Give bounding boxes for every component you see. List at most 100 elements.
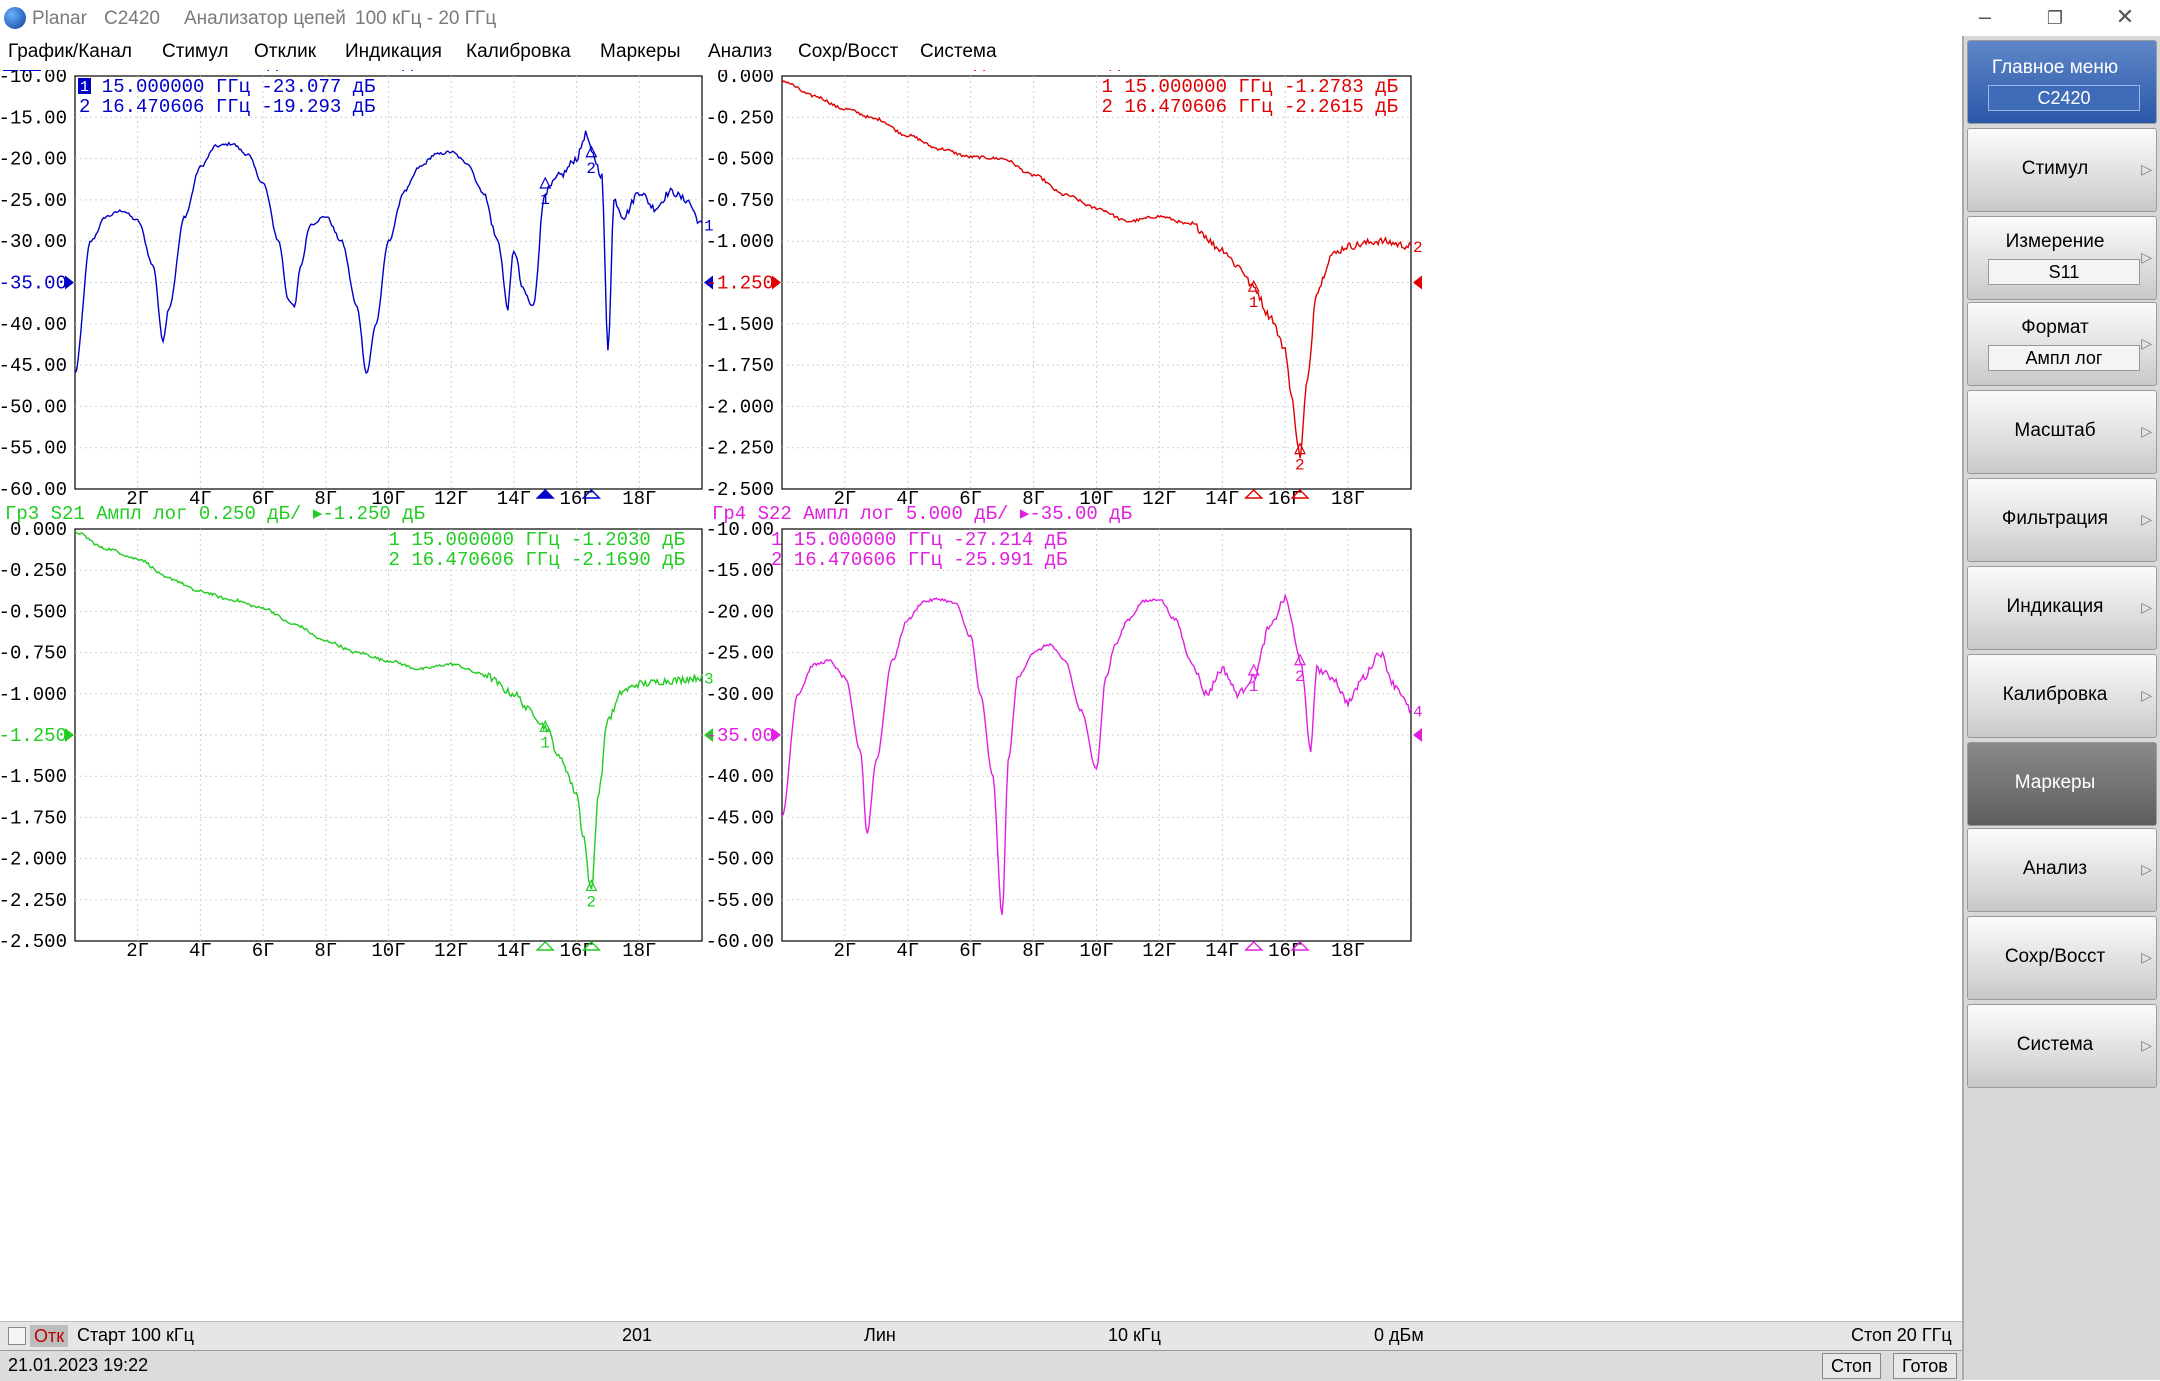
y-tick-label: -2.500 xyxy=(706,479,774,501)
output-off-indicator[interactable]: Отк xyxy=(30,1325,69,1347)
chevron-right-icon: ▷ xyxy=(2141,949,2152,965)
y-tick-label: -0.500 xyxy=(706,149,774,171)
y-tick-label: -2.250 xyxy=(0,890,67,912)
restore-button[interactable]: ❐ xyxy=(2020,0,2090,36)
start-frequency[interactable]: Старт 100 кГц xyxy=(77,1325,194,1346)
y-tick-label: -50.00 xyxy=(0,396,67,418)
x-tick-label: 14Г xyxy=(497,940,531,962)
status-bar: Отк Старт 100 кГц 201 Лин 10 кГц 0 дБм С… xyxy=(0,1321,1962,1350)
menu-stimulus[interactable]: Стимул xyxy=(162,41,228,63)
y-tick-label: -20.00 xyxy=(706,601,774,623)
softkey-scale[interactable]: Масштаб ▷ xyxy=(1967,390,2157,474)
if-bandwidth[interactable]: 10 кГц xyxy=(1108,1325,1161,1346)
y-tick-label: -1.000 xyxy=(0,684,67,706)
x-tick-label: 4Г xyxy=(189,940,212,962)
menu-graph-channel[interactable]: График/Канал xyxy=(8,41,132,63)
graph-header-2: Гр2 S12 Ампл лог 0.250 дБ/ ▸-1.250 дБ xyxy=(712,70,1132,73)
reference-level-left-icon xyxy=(65,728,74,742)
y-tick-label: -55.00 xyxy=(706,890,774,912)
plots-svg: -10.00-15.00-20.00-25.00-30.00-35.00-40.… xyxy=(0,51,1423,962)
stop-frequency[interactable]: Стоп 20 ГГц xyxy=(1851,1325,1952,1346)
marker-number-label: 1 xyxy=(1249,678,1259,696)
stop-button[interactable]: Стоп xyxy=(1822,1353,1881,1379)
reference-level-left-icon xyxy=(65,275,74,290)
softkey-filter-label: Фильтрация xyxy=(2001,508,2109,529)
graph-header-3: Гр3 S21 Ампл лог 0.250 дБ/ ▸-1.250 дБ xyxy=(5,503,425,525)
y-tick-label: -40.00 xyxy=(706,766,774,788)
menu-system[interactable]: Система xyxy=(920,41,997,63)
trace-end-label: 2 xyxy=(1413,239,1423,257)
sweep-type[interactable]: Лин xyxy=(864,1325,896,1346)
y-tick-label: -1.500 xyxy=(706,314,774,336)
menu-calibration[interactable]: Калибровка xyxy=(466,41,571,63)
plot-area: -10.00 -15.00 -20.00 -25.00 -30.00 -35.00 -40.… xyxy=(0,51,1962,1320)
graph-header-4: Гр4 S22 Ампл лог 5.000 дБ/ ▸-35.00 дБ xyxy=(712,503,1132,525)
y-tick-label: -25.00 xyxy=(0,190,67,212)
y-tick-label: -15.00 xyxy=(706,560,774,582)
y-tick-label: -60.00 xyxy=(706,931,774,953)
marker-number-label: 2 xyxy=(1295,668,1305,686)
y-tick-label: -25.00 xyxy=(706,643,774,665)
title-bar: Planar С2420 Анализатор цепей 100 кГц - … xyxy=(0,0,2160,36)
y-tick-label: -30.00 xyxy=(0,231,67,253)
marker-2-readout: 2 16.470606 ГГц -25.991 дБ xyxy=(771,549,1067,571)
softkey-save-recall[interactable]: Сохр/Восст ▷ xyxy=(1967,916,2157,1000)
x-tick-label: 10Г xyxy=(371,940,405,962)
softkey-markers[interactable]: Маркеры ▷ xyxy=(1967,742,2157,826)
marker-1-readout: 1 15.000000 ГГц -1.2030 дБ xyxy=(389,529,685,551)
softkey-main-menu[interactable]: Главное меню С2420 xyxy=(1967,40,2157,124)
softkey-format-value: Ампл лог xyxy=(1988,345,2140,371)
x-tick-label: 18Г xyxy=(1331,488,1365,510)
menu-save-recall[interactable]: Сохр/Восст xyxy=(798,41,898,63)
stimulus-marker-icon xyxy=(535,489,555,499)
chevron-right-icon: ▷ xyxy=(2141,599,2152,615)
points-count[interactable]: 201 xyxy=(622,1325,652,1346)
power-level[interactable]: 0 дБм xyxy=(1374,1325,1424,1346)
softkey-display[interactable]: Индикация ▷ xyxy=(1967,566,2157,650)
softkey-analysis[interactable]: Анализ ▷ xyxy=(1967,828,2157,912)
x-tick-label: 6Г xyxy=(252,940,275,962)
stimulus-marker-icon xyxy=(1244,941,1264,951)
y-tick-label: -0.250 xyxy=(706,107,774,129)
minimize-button[interactable]: – xyxy=(1950,0,2020,36)
datetime: 21.01.2023 19:22 xyxy=(8,1355,149,1375)
app-logo-icon xyxy=(4,7,26,29)
chevron-right-icon: ▷ xyxy=(2141,423,2152,439)
menu-display[interactable]: Индикация xyxy=(345,41,442,63)
marker-2-readout: 2 16.470606 ГГц -19.293 дБ xyxy=(79,96,375,118)
softkey-measure-label: Измерение xyxy=(2005,231,2105,252)
chevron-right-icon: ▷ xyxy=(2141,511,2152,527)
x-tick-label: 16Г xyxy=(1268,940,1302,962)
softkey-save-recall-label: Сохр/Восст xyxy=(2004,946,2106,967)
menu-response[interactable]: Отклик xyxy=(254,41,316,63)
y-tick-label: -0.250 xyxy=(0,560,67,582)
y-tick-label: -0.750 xyxy=(0,643,67,665)
menu-analysis[interactable]: Анализ xyxy=(708,41,772,63)
softkey-format[interactable]: Формат Ампл лог ▷ xyxy=(1967,302,2157,386)
y-tick-label: -1.000 xyxy=(706,231,774,253)
softkey-stimulus[interactable]: Стимул ▷ xyxy=(1967,128,2157,212)
output-checkbox[interactable] xyxy=(8,1327,26,1345)
softkey-stimulus-label: Стимул xyxy=(2021,158,2089,179)
menu-markers[interactable]: Маркеры xyxy=(600,41,681,63)
y-tick-label: -35.00 xyxy=(706,725,774,747)
x-tick-label: 2Г xyxy=(833,940,856,962)
softkey-calibration[interactable]: Калибровка ▷ xyxy=(1967,654,2157,738)
app-name: Planar xyxy=(32,8,87,29)
x-tick-label: 16Г xyxy=(559,488,593,510)
y-tick-label: -30.00 xyxy=(706,684,774,706)
chevron-right-icon: ▷ xyxy=(2141,161,2152,177)
reference-level-left-icon xyxy=(772,728,781,742)
frequency-range: 100 кГц - 20 ГГц xyxy=(355,8,497,29)
softkey-measure[interactable]: Измерение S11 ▷ xyxy=(1967,216,2157,300)
y-tick-label: -1.750 xyxy=(0,807,67,829)
marker-1-readout: 1 15.000000 ГГц -23.077 дБ xyxy=(79,76,375,98)
softkey-system[interactable]: Система ▷ xyxy=(1967,1004,2157,1088)
close-button[interactable]: ✕ xyxy=(2090,0,2160,36)
bottom-bar: 21.01.2023 19:22 Стоп Готов xyxy=(0,1350,1962,1381)
softkey-filter[interactable]: Фильтрация ▷ xyxy=(1967,478,2157,562)
chevron-right-icon: ▷ xyxy=(2141,335,2152,351)
reference-level-right-icon xyxy=(1413,275,1422,290)
marker-number-label: 1 xyxy=(540,191,550,209)
device-model: С2420 xyxy=(104,8,160,29)
